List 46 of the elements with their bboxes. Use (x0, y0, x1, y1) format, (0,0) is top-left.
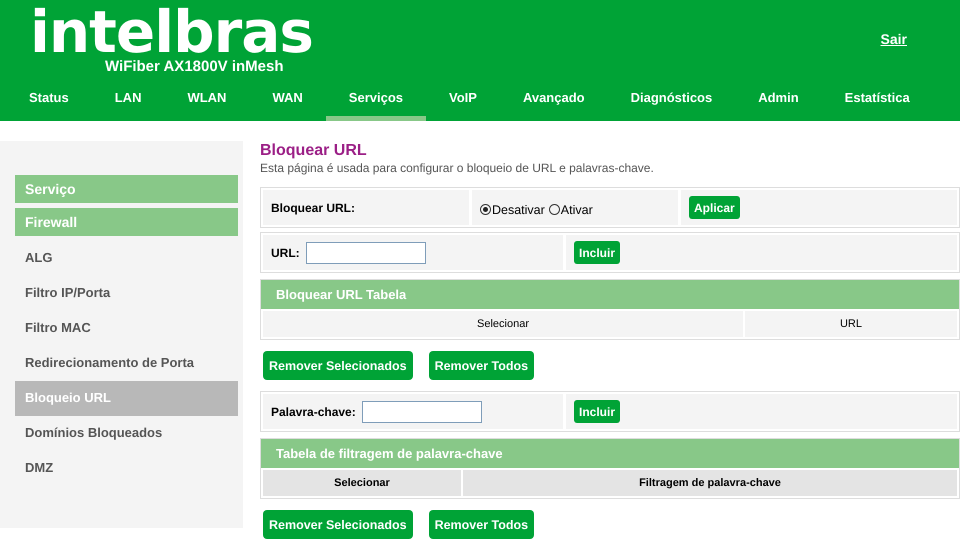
input-field[interactable] (306, 242, 426, 264)
nav-tab[interactable]: VoIP (426, 76, 500, 121)
page-title: Bloquear URL (260, 141, 368, 161)
nav-tab[interactable]: Serviços (326, 76, 426, 121)
remove-button[interactable]: Remover Todos (428, 351, 534, 380)
field-label: Bloquear URL: (271, 200, 355, 214)
column-header: Filtragem de palavra-chave (463, 470, 957, 496)
brand-logo: intelbras (30, 3, 313, 61)
sidebar-item[interactable]: DMZ (15, 451, 238, 486)
column-header: URL (745, 311, 957, 337)
remove-button[interactable]: Remover Selecionados (263, 510, 413, 539)
field-label: Palavra-chave: (271, 404, 356, 418)
nav-tab[interactable]: LAN (92, 76, 164, 121)
nav-tab[interactable]: WLAN (164, 76, 250, 121)
model-name: WiFiber AX1800V inMesh (105, 58, 284, 75)
add-button[interactable]: Incluir (574, 400, 620, 423)
field-label: URL: (271, 246, 300, 260)
radio-icon[interactable] (480, 204, 491, 215)
nav-tab[interactable]: Status (6, 76, 92, 121)
sidebar-section-header[interactable]: Firewall (15, 208, 238, 236)
sidebar-item[interactable]: Filtro IP/Porta (15, 276, 238, 311)
table-title: Tabela de filtragem de palavra-chave (261, 439, 959, 468)
radio-option[interactable]: Desativar (480, 202, 545, 216)
page-description: Esta página é usada para configurar o bloqueio de URL e palavras-chave. (260, 161, 655, 175)
add-button[interactable]: Incluir (574, 241, 620, 264)
logout-link[interactable]: Sair (880, 31, 907, 47)
sidebar-item[interactable]: ALG (15, 241, 238, 276)
nav-tab[interactable]: WAN (249, 76, 326, 121)
remove-button[interactable]: Remover Selecionados (263, 351, 413, 380)
sidebar-item[interactable]: Domínios Bloqueados (15, 416, 238, 451)
sidebar-section-header[interactable]: Serviço (15, 175, 238, 203)
sidebar-item[interactable]: Filtro MAC (15, 311, 238, 346)
apply-button[interactable]: Aplicar (689, 196, 740, 219)
radio-option[interactable]: Ativar (548, 202, 593, 216)
table-title: Bloquear URL Tabela (261, 280, 959, 309)
input-field[interactable] (362, 400, 482, 422)
sidebar-item[interactable]: Redirecionamento de Porta (15, 346, 238, 381)
remove-button[interactable]: Remover Todos (428, 510, 534, 539)
radio-icon[interactable] (548, 204, 560, 215)
column-header: Selecionar (263, 311, 743, 337)
nav-tab[interactable]: Admin (735, 76, 822, 121)
sidebar-item[interactable]: Bloqueio URL (15, 381, 238, 416)
nav-tab[interactable]: Avançado (500, 76, 608, 121)
nav-tab[interactable]: Estatística (822, 76, 933, 121)
column-header: Selecionar (263, 470, 461, 496)
nav-tab[interactable]: Diagnósticos (608, 76, 736, 121)
